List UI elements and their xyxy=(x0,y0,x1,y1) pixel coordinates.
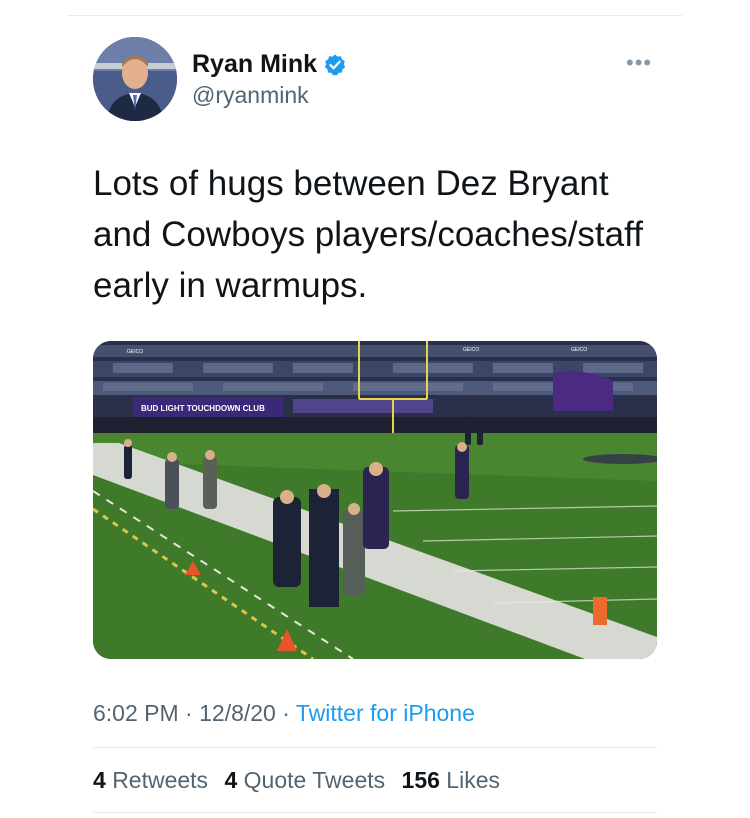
retweets-stat[interactable]: 4 Retweets xyxy=(93,767,214,793)
quote-tweets-label: Quote Tweets xyxy=(243,767,386,793)
likes-count: 156 xyxy=(401,767,440,793)
author-handle[interactable]: @ryanmink xyxy=(192,82,309,109)
sponsor-sign: GEICO xyxy=(463,347,479,353)
tweet-date[interactable]: 12/8/20 xyxy=(199,700,276,726)
avatar[interactable] xyxy=(93,37,177,121)
avatar-photo xyxy=(93,37,177,121)
verified-badge-icon xyxy=(324,54,346,75)
meta-separator: · xyxy=(185,700,193,726)
retweets-label: Retweets xyxy=(112,767,209,793)
top-divider xyxy=(68,15,682,16)
tweet-text-line: Lots of hugs between Dez Bryant xyxy=(93,164,609,203)
stadium-banner: BUD LIGHT TOUCHDOWN CLUB xyxy=(141,404,265,413)
tweet-source-link[interactable]: Twitter for iPhone xyxy=(296,700,475,726)
retweets-count: 4 xyxy=(93,767,106,793)
more-options-icon[interactable]: ••• xyxy=(626,52,652,74)
tweet-stats: 4 Retweets 4 Quote Tweets 156 Likes xyxy=(93,767,510,794)
divider xyxy=(93,747,657,748)
meta-separator: · xyxy=(282,700,290,726)
likes-stat[interactable]: 156 Likes xyxy=(402,767,500,793)
quote-tweets-stat[interactable]: 4 Quote Tweets xyxy=(224,767,391,793)
tweet-text: Lots of hugs between Dez Bryant and Cowb… xyxy=(93,158,673,311)
tweet-time[interactable]: 6:02 PM xyxy=(93,700,179,726)
sponsor-sign: GEICO xyxy=(127,349,143,355)
tweet-text-line: and Cowboys players/coaches/staff xyxy=(93,215,643,254)
tweet-text-line: early in warmups. xyxy=(93,266,368,305)
quote-tweets-count: 4 xyxy=(224,767,238,793)
author-name[interactable]: Ryan Mink xyxy=(192,50,347,79)
author-name-text: Ryan Mink xyxy=(192,50,318,78)
stadium-photo: GEICO GEICO GEICO BUD LIGHT TOUCHDOWN CL… xyxy=(93,341,657,659)
divider xyxy=(93,812,657,813)
likes-label: Likes xyxy=(446,767,500,793)
sponsor-sign: GEICO xyxy=(571,347,587,353)
tweet-timestamp: 6:02 PM · 12/8/20 · Twitter for iPhone xyxy=(93,700,475,727)
tweet-photo[interactable]: GEICO GEICO GEICO BUD LIGHT TOUCHDOWN CL… xyxy=(93,341,657,659)
